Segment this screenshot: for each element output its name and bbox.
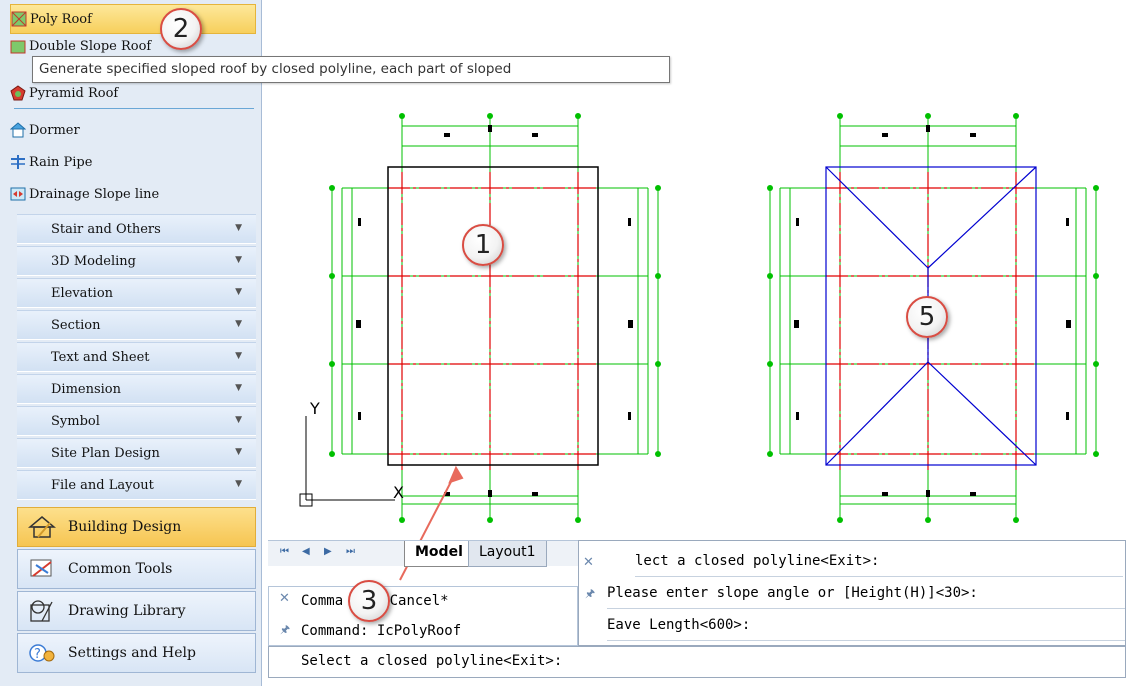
accordion-site-plan-design[interactable]: Site Plan Design ▼ (17, 438, 256, 468)
accordion-label: File and Layout (51, 477, 154, 493)
accordion-label: Section (51, 317, 101, 333)
ucs-icon (299, 416, 395, 507)
close-icon[interactable]: ✕ (279, 591, 290, 606)
pin-icon[interactable]: 🖈 (585, 585, 595, 604)
dormer-label: Dormer (29, 122, 80, 138)
first-tab-icon[interactable]: ⏮ (280, 546, 289, 557)
chevron-down-icon: ▼ (235, 287, 242, 297)
chevron-down-icon: ▼ (235, 351, 242, 361)
pyramid-roof-label: Pyramid Roof (29, 85, 119, 101)
callout-3: 3 (348, 580, 390, 622)
accordion-label: Text and Sheet (51, 349, 150, 365)
accordion-label: 3D Modeling (51, 253, 136, 269)
sub-command-line: lect a closed polyline<Exit>: (635, 547, 1123, 577)
floor-plan-left[interactable] (328, 112, 662, 524)
accordion-dimension[interactable]: Dimension ▼ (17, 374, 256, 404)
accordion-label: Stair and Others (51, 221, 161, 237)
common-tools-label: Common Tools (68, 561, 173, 577)
prev-tab-icon[interactable]: ◀ (302, 546, 310, 557)
poly-roof-button[interactable]: Poly Roof (10, 4, 256, 34)
last-tab-icon[interactable]: ⏭ (346, 546, 355, 557)
tab-layout1[interactable]: Layout1 (468, 541, 547, 567)
pin-icon[interactable]: 🖈 (280, 621, 290, 640)
callout-1: 1 (462, 224, 504, 266)
drainage-slope-line-button[interactable]: Drainage Slope line (10, 180, 256, 208)
tab-model[interactable]: Model (404, 541, 474, 567)
chevron-down-icon: ▼ (235, 383, 242, 393)
svg-text:?: ? (34, 647, 41, 662)
sub-command-line: Please enter slope angle or [Height(H)]<… (607, 579, 1125, 609)
accordion-label: Elevation (51, 285, 114, 301)
tools-icon (28, 557, 56, 581)
accordion-elevation[interactable]: Elevation ▼ (17, 278, 256, 308)
double-slope-roof-button[interactable]: Double Slope Roof (10, 36, 256, 56)
building-design-button[interactable]: Building Design (17, 507, 256, 547)
chevron-down-icon: ▼ (235, 319, 242, 329)
drainage-slope-line-label: Drainage Slope line (29, 186, 160, 202)
dormer-icon (9, 122, 27, 138)
layout-tab-bar: ⏮ ◀ ▶ ⏭ Model Layout1 (268, 540, 578, 567)
accordion-3d-modeling[interactable]: 3D Modeling ▼ (17, 246, 256, 276)
drawing-library-label: Drawing Library (68, 603, 186, 619)
accordion-section[interactable]: Section ▼ (17, 310, 256, 340)
rain-pipe-button[interactable]: Rain Pipe (10, 148, 256, 176)
poly-roof-icon (11, 11, 27, 27)
rain-pipe-icon (10, 154, 26, 170)
separator (14, 108, 254, 109)
accordion-symbol[interactable]: Symbol ▼ (17, 406, 256, 436)
chevron-down-icon: ▼ (235, 447, 242, 457)
pyramid-roof-button[interactable]: Pyramid Roof (10, 81, 256, 105)
tooltip: Generate specified sloped roof by closed… (32, 56, 670, 83)
building-design-label: Building Design (68, 519, 182, 535)
accordion-file-and-layout[interactable]: File and Layout ▼ (17, 470, 256, 500)
next-tab-icon[interactable]: ▶ (324, 546, 332, 557)
rain-pipe-label: Rain Pipe (29, 154, 93, 170)
double-slope-roof-icon (10, 38, 26, 54)
ucs-y-label: Y (309, 399, 320, 418)
drawing-library-button[interactable]: Drawing Library (17, 591, 256, 631)
chevron-down-icon: ▼ (235, 223, 242, 233)
callout-2: 2 (160, 8, 202, 50)
history-line-2: Command: IcPolyRoof (301, 623, 462, 639)
double-slope-roof-label: Double Slope Roof (29, 38, 152, 54)
close-icon[interactable]: ✕ (583, 555, 594, 570)
sub-command-line: Eave Length<600>: (607, 611, 1125, 641)
poly-roof-label: Poly Roof (30, 11, 92, 27)
chevron-down-icon: ▼ (235, 415, 242, 425)
settings-and-help-button[interactable]: ? Settings and Help (17, 633, 256, 673)
accordion-label: Symbol (51, 413, 100, 429)
accordion-text-and-sheet[interactable]: Text and Sheet ▼ (17, 342, 256, 372)
house-icon (27, 515, 57, 539)
tool-panel: Poly Roof Double Slope Roof Pyramid Roof… (0, 0, 262, 686)
command-options-window: ✕ 🖈 lect a closed polyline<Exit>: Please… (578, 540, 1126, 646)
library-icon (28, 599, 56, 623)
accordion-label: Dimension (51, 381, 122, 397)
help-gear-icon: ? (28, 641, 56, 665)
chevron-down-icon: ▼ (235, 255, 242, 265)
command-line-input[interactable]: Select a closed polyline<Exit>: (268, 646, 1126, 678)
pyramid-roof-icon (10, 85, 26, 101)
accordion-stair-and-others[interactable]: Stair and Others ▼ (17, 214, 256, 244)
dormer-button[interactable]: Dormer (9, 116, 256, 144)
callout-5: 5 (906, 296, 948, 338)
common-tools-button[interactable]: Common Tools (17, 549, 256, 589)
accordion-label: Site Plan Design (51, 445, 160, 461)
command-history: ✕ 🖈 Comma *Cancel* Command: IcPolyRoof (268, 586, 578, 646)
drainage-slope-icon (10, 186, 26, 202)
chevron-down-icon: ▼ (235, 479, 242, 489)
settings-and-help-label: Settings and Help (68, 645, 196, 661)
closed-polyline[interactable] (387, 166, 599, 466)
